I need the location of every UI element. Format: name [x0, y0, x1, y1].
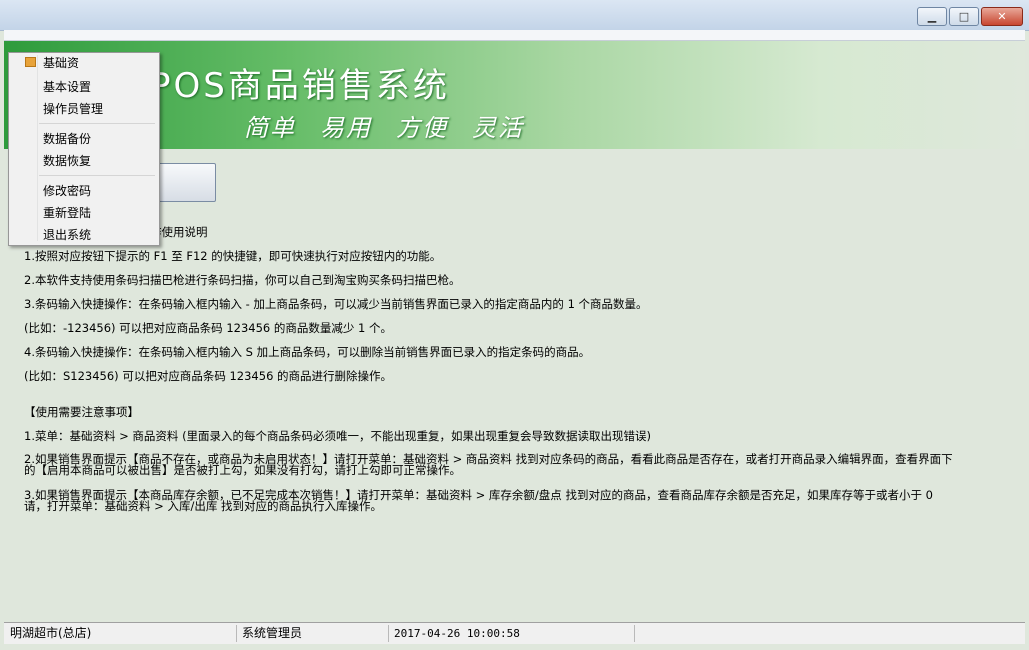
instruction-line: 4.条码输入快捷操作：在条码输入框内输入 S 加上商品条码，可以删除当前销售界面…: [24, 345, 591, 359]
menu-item-data-restore[interactable]: 数据恢复: [43, 152, 91, 169]
instruction-line: (比如：S123456) 可以把对应商品条码 123456 的商品进行删除操作。: [24, 369, 393, 383]
close-icon: ✕: [997, 10, 1007, 23]
menu-item-relogin[interactable]: 重新登陆: [43, 204, 91, 221]
menu-item-exit[interactable]: 退出系统: [43, 226, 91, 243]
note-line: 3.如果销售界面提示【本商品库存余额，已不足完成本次销售！】请打开菜单：基础资料…: [24, 488, 933, 513]
instruction-line: (比如：-123456) 可以把对应商品条码 123456 的商品数量减少 1 …: [24, 321, 393, 335]
menu-bar: [4, 30, 1025, 41]
menu-gutter: [37, 55, 38, 241]
menu-open-item[interactable]: 基础资: [43, 54, 79, 71]
note-line: 2.如果销售界面提示【商品不存在，或商品为未启用状态！】请打开菜单：基础资料 >…: [24, 452, 953, 477]
window-titlebar: ▁ □ ✕: [0, 0, 1029, 31]
slogan-word: 方便: [396, 114, 448, 142]
banner-slogan: 简单 易用 方便 灵活: [244, 108, 548, 143]
slogan-word: 灵活: [472, 114, 524, 142]
status-user: 系统管理员: [238, 625, 389, 642]
status-bar: 明湖超市(总店) 系统管理员 2017-04-26 10:00:58: [4, 622, 1025, 644]
menu-item-change-password[interactable]: 修改密码: [43, 182, 91, 199]
status-store: 明湖超市(总店): [6, 625, 237, 642]
notes-header: 【使用需要注意事项】: [24, 405, 139, 419]
minimize-button[interactable]: ▁: [917, 7, 947, 26]
note-line: 1.菜单：基础资料 > 商品资料 (里面录入的每个商品条码必须唯一，不能出现重复…: [24, 429, 652, 443]
menu-item-basic-settings[interactable]: 基本设置: [43, 78, 91, 95]
status-time: 2017-04-26 10:00:58: [390, 625, 635, 642]
minimize-icon: ▁: [927, 10, 937, 23]
folder-icon: [25, 57, 36, 67]
menu-item-data-backup[interactable]: 数据备份: [43, 130, 91, 147]
menu-separator: [39, 175, 155, 176]
basic-data-menu: 基础资 基本设置 操作员管理 数据备份 数据恢复 修改密码 重新登陆 退出系统: [8, 52, 160, 246]
instruction-line: 3.条码输入快捷操作：在条码输入框内输入 - 加上商品条码，可以减少当前销售界面…: [24, 297, 648, 311]
maximize-button[interactable]: □: [949, 7, 979, 26]
instruction-line: 1.按照对应按钮下提示的 F1 至 F12 的快捷键，即可快速执行对应按钮内的功…: [24, 249, 442, 263]
menu-separator: [39, 123, 155, 124]
maximize-icon: □: [958, 10, 970, 23]
app-title: POS商品销售系统: [150, 66, 450, 106]
slogan-word: 易用: [320, 114, 372, 142]
close-button[interactable]: ✕: [981, 7, 1023, 26]
window-controls: ▁ □ ✕: [917, 7, 1023, 26]
menu-item-operator-management[interactable]: 操作员管理: [43, 100, 103, 117]
slogan-word: 简单: [244, 114, 296, 142]
instruction-line: 2.本软件支持使用条码扫描巴枪进行条码扫描，你可以自己到淘宝购买条码扫描巴枪。: [24, 273, 461, 287]
